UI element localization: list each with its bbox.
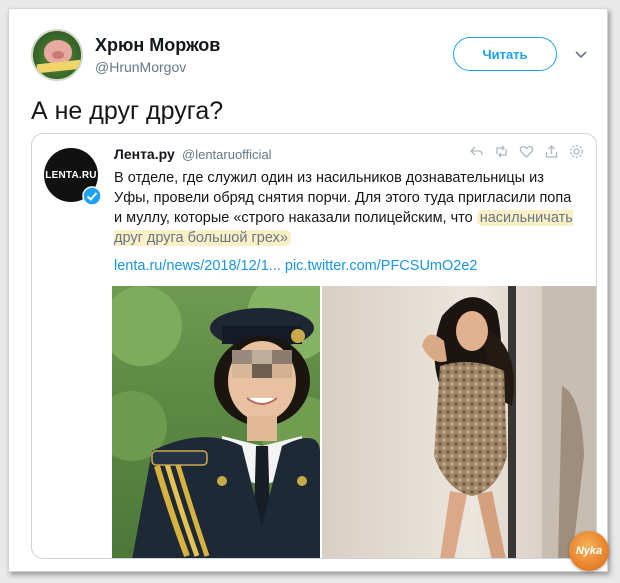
quoted-name[interactable]: Лента.ру [114, 146, 175, 162]
settings-gear-icon[interactable] [569, 144, 584, 159]
follow-button[interactable]: Читать [453, 37, 557, 71]
quoted-actions [469, 144, 584, 159]
avatar-banner [36, 59, 81, 74]
photo-uniform-woman[interactable] [112, 286, 320, 558]
share-icon[interactable] [544, 144, 559, 159]
quoted-tweet[interactable]: LENTA.RU Лента.ру @lentaruofficial В отд… [31, 133, 597, 559]
quoted-body: В отделе, где служил один из насильников… [114, 168, 582, 248]
chevron-down-icon[interactable] [574, 47, 588, 61]
author-display-name[interactable]: Хрюн Моржов [95, 35, 220, 56]
tweet-text: А не друг друга? [31, 97, 224, 125]
tweet-card: Хрюн Моржов @HrunMorgov Читать А не друг… [8, 8, 609, 572]
like-icon[interactable] [519, 144, 534, 159]
quoted-handle[interactable]: @lentaruofficial [182, 147, 272, 162]
quoted-link[interactable]: lenta.ru/news/2018/12/1... pic.twitter.c… [114, 258, 477, 274]
author-handle[interactable]: @HrunMorgov [95, 59, 186, 75]
retweet-icon[interactable] [494, 144, 509, 159]
watermark-logo: Nyka [569, 531, 609, 571]
author-avatar[interactable] [31, 29, 83, 81]
uniform-woman-illustration [112, 286, 320, 558]
reply-icon[interactable] [469, 144, 484, 159]
verified-badge-icon [82, 186, 102, 206]
photo-sequin-dress[interactable] [322, 286, 596, 558]
sequin-dress-illustration [422, 286, 596, 558]
pig-snout-icon [52, 51, 64, 59]
